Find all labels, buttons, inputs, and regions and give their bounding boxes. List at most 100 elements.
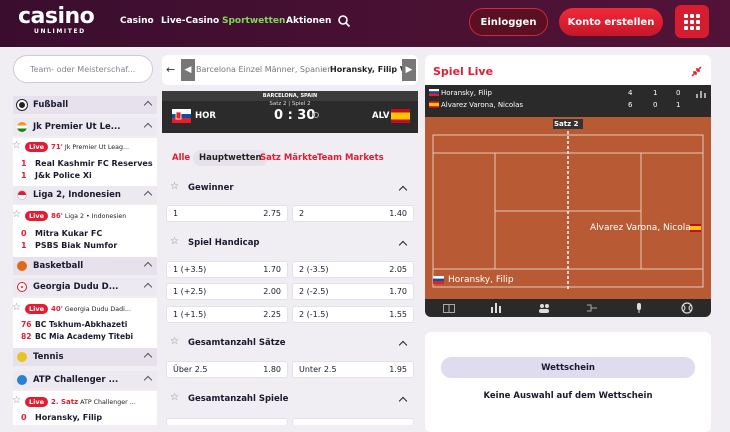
stats-bar-icon[interactable] (490, 303, 502, 313)
betslip-button[interactable]: Wettschein (441, 357, 695, 378)
odds-button[interactable]: 2 (-2.5) 1.70 (292, 283, 414, 300)
sport-basketball[interactable]: Basketball (13, 257, 157, 275)
casino-logo[interactable]: casino UNLIMITED (18, 6, 95, 36)
georgia-flag-icon (17, 282, 27, 292)
live-match-panel: Spiel Live Horansky, Filip 4 1 0 Alvarez… (425, 55, 711, 317)
tab-alle[interactable]: Alle (172, 153, 190, 163)
apps-grid-button[interactable] (675, 5, 709, 38)
slovakia-flag-icon (172, 109, 191, 123)
scroll-left-button[interactable]: ◀ (181, 59, 195, 81)
nav-live-casino[interactable]: Live-Casino (161, 16, 219, 26)
tennis-court-visualization: Horansky, Filip 4 1 0 Alvarez Varona, Ni… (425, 85, 711, 307)
odds-button[interactable] (166, 418, 288, 425)
tab-team-markets[interactable]: Team Markets (317, 153, 384, 163)
league-liga2-indonesia[interactable]: Liga 2, Indonesien (13, 186, 157, 204)
top-header: casino UNLIMITED Casino Live-Casino Spor… (0, 0, 730, 47)
live-toolbar (425, 299, 711, 317)
team-search-input[interactable]: Team- oder Meisterschaf... (13, 55, 153, 83)
live-badge: Live (25, 211, 49, 221)
match-card[interactable]: ☆ Live 86' Liga 2 • Indonesien 0 Mitra Ku… (12, 205, 157, 257)
tab-satz-maerkte[interactable]: Satz Märkte (260, 153, 318, 163)
star-icon[interactable]: ☆ (170, 337, 180, 347)
slovakia-flag-icon (433, 276, 444, 284)
bracket-icon[interactable] (586, 303, 598, 313)
spain-flag-icon (429, 101, 439, 108)
scroll-right-button[interactable]: ▶ (402, 59, 416, 81)
collapse-icon[interactable] (691, 66, 702, 77)
match-card[interactable]: ☆ Live 71' Jk Premier Ut Leag... 1 Real K… (12, 138, 157, 187)
left-sidebar: Team- oder Meisterschaf... Fußball Jk Pr… (12, 55, 157, 425)
field-icon[interactable] (442, 303, 455, 313)
odds-button[interactable]: 1 (+1.5) 2.25 (166, 306, 288, 323)
star-icon[interactable]: ☆ (170, 393, 180, 403)
spain-flag-icon (391, 109, 410, 123)
tab-hauptwetten[interactable]: Hauptwetten (193, 150, 268, 166)
odds-button[interactable]: 1 2.75 (166, 205, 288, 222)
odds-button[interactable]: Unter 2.5 1.95 (292, 361, 414, 378)
star-icon[interactable]: ☆ (12, 141, 22, 151)
stats-icon[interactable] (696, 90, 706, 98)
tennis-ball-icon[interactable] (681, 302, 693, 314)
score-display: 0 : 30 (274, 108, 316, 123)
odds-button[interactable]: 1 (+3.5) 1.70 (166, 261, 288, 278)
odds-button[interactable] (292, 418, 414, 425)
chevron-up-icon[interactable] (398, 185, 408, 195)
chevron-up-icon (143, 352, 153, 362)
court-player-away: Alvarez Varona, Nicolas (590, 223, 696, 233)
back-arrow-icon[interactable]: ← (166, 63, 175, 76)
serve-indicator-icon (313, 112, 319, 118)
star-icon[interactable]: ☆ (170, 237, 180, 247)
odds-button[interactable]: 2 1.40 (292, 205, 414, 222)
players-icon[interactable] (538, 303, 550, 313)
login-button[interactable]: Einloggen (469, 8, 548, 36)
league-atp-challenger[interactable]: ATP Challenger ... (13, 371, 157, 389)
league-jk-premier[interactable]: Jk Premier Ut Le... (13, 118, 157, 136)
betslip-panel: Wettschein Keine Auswahl auf dem Wettsch… (425, 332, 711, 432)
odds-button[interactable]: 2 (-3.5) 2.05 (292, 261, 414, 278)
star-icon[interactable]: ☆ (12, 210, 22, 220)
odds-button[interactable]: 2 (-1.5) 1.55 (292, 306, 414, 323)
set-label: Satz 2 (554, 120, 579, 128)
nav-aktionen[interactable]: Aktionen (286, 16, 331, 26)
spain-flag-icon (690, 224, 701, 232)
basketball-icon (17, 261, 27, 271)
microphone-icon[interactable] (633, 303, 645, 313)
chevron-up-icon (143, 261, 153, 271)
live-title: Spiel Live (433, 65, 494, 78)
indonesia-flag-icon (17, 190, 27, 200)
tennis-icon (17, 352, 27, 362)
betslip-empty-text: Keine Auswahl auf dem Wettschein (483, 391, 653, 401)
slovakia-flag-icon (429, 89, 439, 96)
chevron-up-icon[interactable] (398, 240, 408, 250)
india-flag-icon (17, 122, 27, 132)
register-button[interactable]: Konto erstellen (559, 8, 663, 36)
star-icon[interactable]: ☆ (12, 303, 22, 313)
chevron-up-icon (143, 375, 153, 385)
nav-sportwetten[interactable]: Sportwetten (222, 16, 285, 26)
nav-casino[interactable]: Casino (120, 16, 154, 26)
star-icon[interactable]: ☆ (170, 182, 180, 192)
odds-button[interactable]: Über 2.5 1.80 (166, 361, 288, 378)
scoreboard: BARCELONA, SPAIN Satz 2 | Spiel 2 HOR 0 … (162, 91, 418, 133)
breadcrumb: ← ◀ Barcelona Einzel Männer, Spanien › H… (162, 55, 418, 85)
chevron-up-icon (143, 282, 153, 292)
search-icon[interactable] (337, 14, 351, 28)
match-card[interactable]: ☆ Live 40' Georgia Dudu Dadi... 76 BC Tsk… (12, 298, 157, 348)
chevron-up-icon[interactable] (398, 396, 408, 406)
star-icon[interactable]: ☆ (12, 396, 22, 406)
football-icon (17, 100, 27, 110)
odds-button[interactable]: 1 (+2.5) 2.00 (166, 283, 288, 300)
globe-icon (17, 375, 27, 385)
court-player-home: Horansky, Filip (448, 275, 514, 285)
sport-football[interactable]: Fußball (13, 96, 157, 114)
chevron-up-icon (143, 100, 153, 110)
live-badge: Live (25, 304, 49, 314)
sport-tennis[interactable]: Tennis (13, 348, 157, 366)
live-badge: Live (25, 397, 49, 407)
match-markets-panel: ← ◀ Barcelona Einzel Männer, Spanien › H… (162, 55, 418, 425)
league-georgia[interactable]: Georgia Dudu D... (13, 278, 157, 296)
chevron-up-icon (143, 190, 153, 200)
chevron-up-icon (143, 122, 153, 132)
chevron-up-icon[interactable] (398, 340, 408, 350)
live-badge: Live (25, 142, 49, 152)
